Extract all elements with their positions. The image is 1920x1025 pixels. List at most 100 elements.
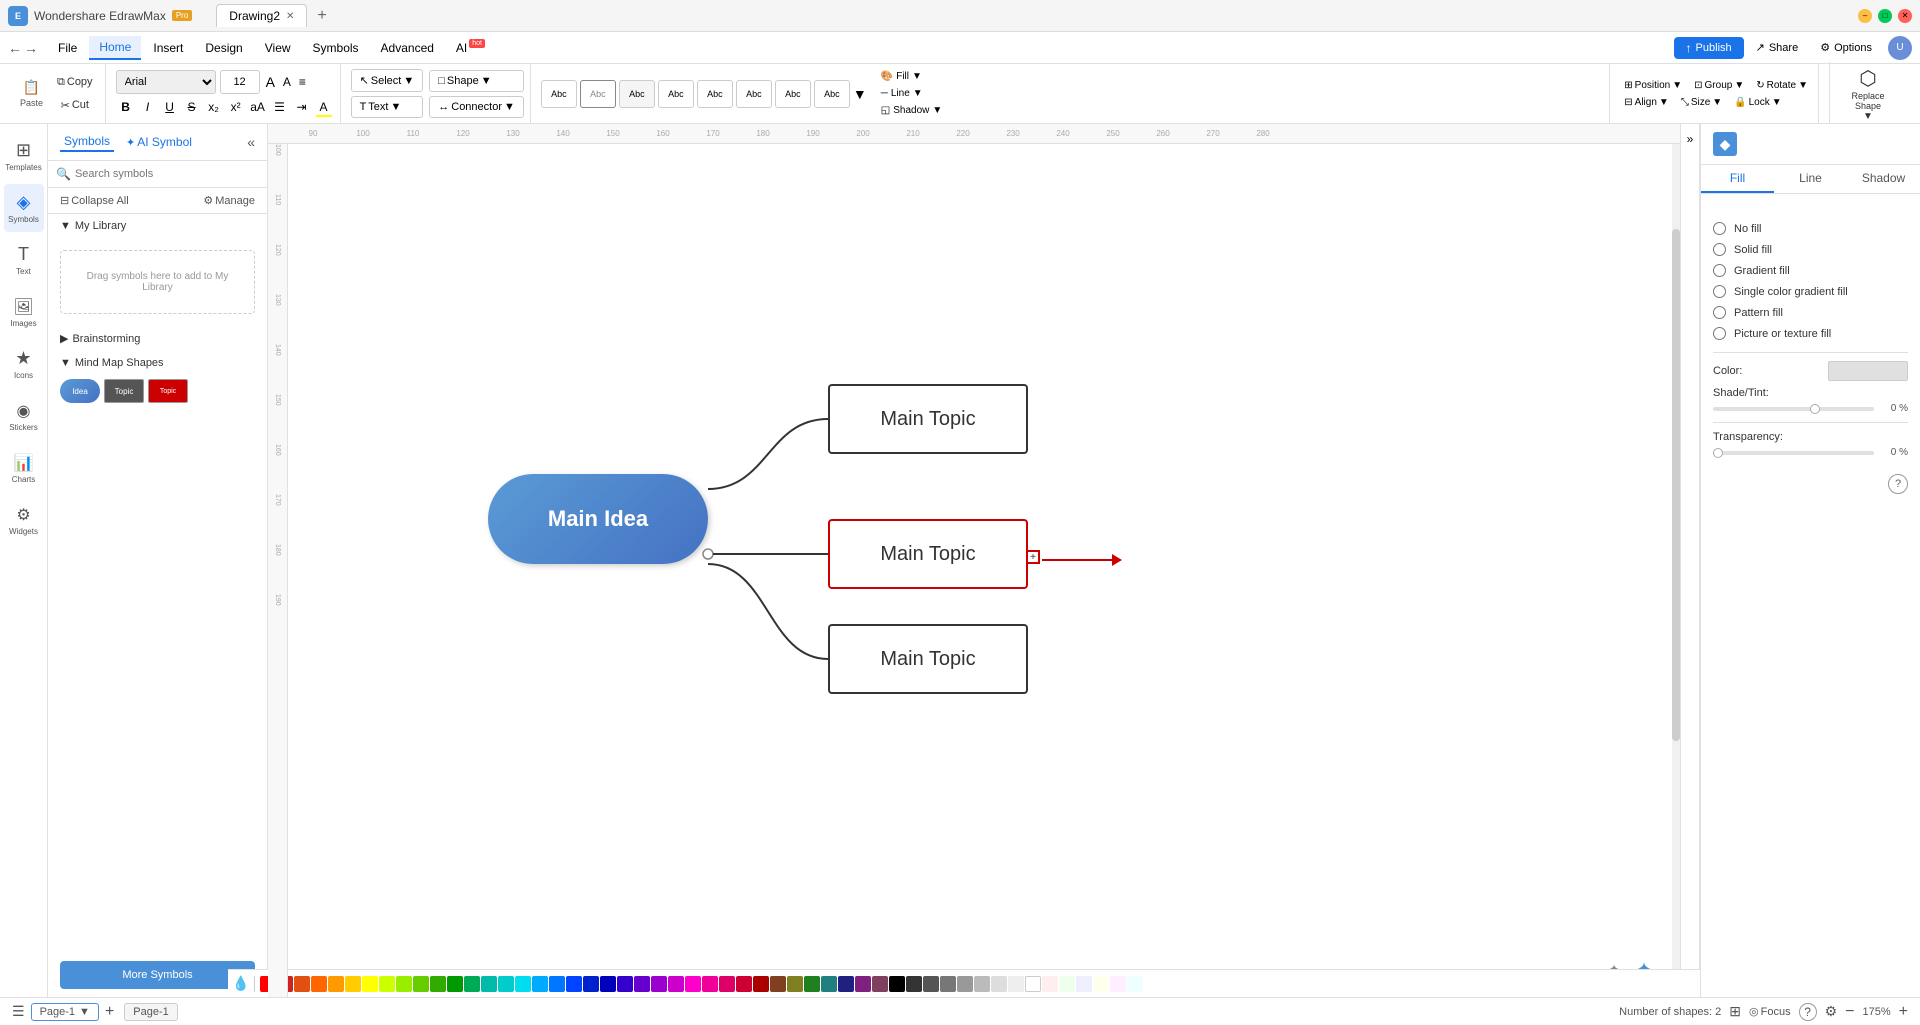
color-swatch[interactable] — [1076, 976, 1092, 992]
rect-symbol2[interactable]: Topic — [148, 379, 188, 403]
nav-back[interactable]: ← — [8, 40, 22, 56]
color-swatch[interactable] — [311, 976, 327, 992]
font-family-select[interactable]: Arial — [116, 70, 216, 94]
color-swatch[interactable] — [1059, 976, 1075, 992]
gradient-fill-radio[interactable] — [1713, 264, 1726, 277]
underline-btn[interactable]: U — [160, 97, 180, 117]
solid-fill-option[interactable]: Solid fill — [1713, 239, 1908, 260]
color-swatch[interactable] — [685, 976, 701, 992]
color-swatch[interactable] — [923, 976, 939, 992]
shadow-btn[interactable]: ◱ Shadow ▼ — [877, 103, 947, 118]
menu-symbols[interactable]: Symbols — [303, 37, 369, 59]
symbol-search-input[interactable] — [75, 168, 259, 180]
color-swatch[interactable] — [1042, 976, 1058, 992]
italic-btn[interactable]: I — [138, 97, 158, 117]
transparency-slider-thumb[interactable] — [1713, 448, 1723, 458]
collapse-all-btn[interactable]: ⊟ Collapse All — [60, 194, 129, 207]
align-btn[interactable]: ⊟ Align ▼ — [1620, 95, 1673, 110]
single-gradient-option[interactable]: Single color gradient fill — [1713, 281, 1908, 302]
menu-file[interactable]: File — [48, 37, 87, 59]
more-symbols-btn[interactable]: More Symbols — [60, 961, 255, 989]
toggle-sidebar-btn[interactable]: ☰ — [12, 1003, 25, 1020]
topic-mid-handle[interactable]: + — [1026, 550, 1040, 564]
color-swatch[interactable] — [753, 976, 769, 992]
no-fill-radio[interactable] — [1713, 222, 1726, 235]
pattern-fill-radio[interactable] — [1713, 306, 1726, 319]
shape-btn[interactable]: □ Shape ▼ — [429, 70, 524, 92]
color-swatch[interactable] — [532, 976, 548, 992]
color-picker-box[interactable] — [1828, 361, 1908, 381]
menu-ai[interactable]: AI hot — [446, 37, 495, 59]
text-color-btn[interactable]: A — [314, 97, 334, 117]
list-btn[interactable]: ☰ — [270, 97, 290, 117]
lock-btn[interactable]: 🔒 Lock ▼ — [1730, 95, 1785, 110]
fill-active-btn[interactable]: ◆ — [1713, 132, 1737, 156]
align-icon[interactable]: ≡ — [297, 75, 308, 89]
add-tab-btn[interactable]: + — [311, 7, 332, 25]
sidebar-item-icons[interactable]: ★ Icons — [4, 340, 44, 388]
color-swatch[interactable] — [821, 976, 837, 992]
font-shrink-icon[interactable]: A — [281, 75, 293, 89]
transparency-slider[interactable] — [1713, 451, 1874, 455]
active-tab[interactable]: Drawing2 ✕ — [216, 4, 307, 27]
color-swatch[interactable] — [719, 976, 735, 992]
style-swatch-1[interactable]: Abc — [541, 80, 577, 108]
sidebar-item-templates[interactable]: ⊞ Templates — [4, 132, 44, 180]
color-swatch[interactable] — [1025, 976, 1041, 992]
style-swatch-5[interactable]: Abc — [697, 80, 733, 108]
sidebar-item-symbols[interactable]: ◈ Symbols — [4, 184, 44, 232]
options-btn[interactable]: ⚙ Options — [1810, 37, 1882, 58]
picture-fill-radio[interactable] — [1713, 327, 1726, 340]
color-swatch[interactable] — [634, 976, 650, 992]
minimize-btn[interactable]: – — [1858, 9, 1872, 23]
color-swatch[interactable] — [294, 976, 310, 992]
style-swatch-4[interactable]: Abc — [658, 80, 694, 108]
color-swatch[interactable] — [617, 976, 633, 992]
focus-btn[interactable]: ◎ Focus — [1749, 1005, 1791, 1018]
color-swatch[interactable] — [498, 976, 514, 992]
zoom-out-btn[interactable]: − — [1845, 1003, 1854, 1021]
color-swatch[interactable] — [583, 976, 599, 992]
color-swatch[interactable] — [855, 976, 871, 992]
rect-symbol1[interactable]: Topic — [104, 379, 144, 403]
style-swatch-3[interactable]: Abc — [619, 80, 655, 108]
help-circle-btn[interactable]: ? — [1799, 1003, 1817, 1021]
connector-btn[interactable]: ↔ Connector ▼ — [429, 96, 524, 118]
user-avatar[interactable]: U — [1888, 36, 1912, 60]
right-panel-collapse-btn[interactable]: » — [1680, 124, 1700, 997]
manage-btn[interactable]: ⚙ Manage — [203, 194, 255, 207]
bold-btn[interactable]: B — [116, 97, 136, 117]
color-swatch[interactable] — [736, 976, 752, 992]
strikethrough-btn[interactable]: S — [182, 97, 202, 117]
color-swatch[interactable] — [481, 976, 497, 992]
color-swatch[interactable] — [1110, 976, 1126, 992]
color-swatch[interactable] — [345, 976, 361, 992]
color-swatch[interactable] — [651, 976, 667, 992]
panel-collapse-btn[interactable]: « — [247, 134, 255, 150]
color-swatch[interactable] — [804, 976, 820, 992]
text-case-btn[interactable]: aA — [248, 97, 268, 117]
line-btn[interactable]: ─ Line ▼ — [877, 86, 947, 101]
ai-symbol-tab[interactable]: ✦ AI Symbol — [122, 132, 196, 152]
color-swatch[interactable] — [974, 976, 990, 992]
sidebar-item-images[interactable]: 🖼 Images — [4, 288, 44, 336]
my-library-header[interactable]: ▼ My Library — [60, 220, 255, 232]
color-swatch[interactable] — [906, 976, 922, 992]
color-swatch[interactable] — [668, 976, 684, 992]
gradient-fill-option[interactable]: Gradient fill — [1713, 260, 1908, 281]
color-swatch[interactable] — [464, 976, 480, 992]
styles-expand-btn[interactable]: ▼ — [853, 86, 867, 102]
subscript-btn[interactable]: x₂ — [204, 97, 224, 117]
single-gradient-radio[interactable] — [1713, 285, 1726, 298]
oval-symbol[interactable]: Idea — [60, 379, 100, 403]
picture-fill-option[interactable]: Picture or texture fill — [1713, 323, 1908, 344]
menu-insert[interactable]: Insert — [143, 37, 193, 59]
solid-fill-radio[interactable] — [1713, 243, 1726, 256]
color-swatch[interactable] — [838, 976, 854, 992]
color-swatch[interactable] — [515, 976, 531, 992]
color-swatch[interactable] — [1127, 976, 1143, 992]
close-btn[interactable]: ✕ — [1898, 9, 1912, 23]
close-tab-btn[interactable]: ✕ — [286, 11, 294, 22]
replace-shape-btn[interactable]: ⬡ Replace Shape ▼ — [1829, 62, 1906, 126]
style-swatch-6[interactable]: Abc — [736, 80, 772, 108]
